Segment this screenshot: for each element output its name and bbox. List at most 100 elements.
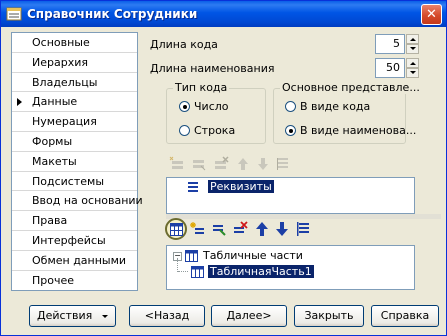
radio-unchecked-icon: [179, 125, 190, 136]
title-bar[interactable]: Справочник Сотрудники ✕: [1, 1, 446, 27]
tree-line: [177, 258, 179, 272]
nav-item-label: Подсистемы: [32, 174, 105, 188]
nav-item-data-exchange[interactable]: Обмен данными: [12, 251, 137, 271]
tree-child-label: ТабличнаяЧасть1: [207, 264, 315, 279]
copy-icon[interactable]: [211, 221, 227, 237]
move-down-icon[interactable]: [274, 221, 290, 237]
splitter: [416, 177, 441, 214]
name-length-stepper[interactable]: [406, 58, 419, 78]
spin-down-button[interactable]: [406, 68, 419, 78]
radio-label: В виде наименова...: [300, 124, 417, 137]
nav-item-main[interactable]: Основные: [12, 33, 137, 53]
delete-attribute-icon[interactable]: [213, 156, 229, 172]
nav-item-label: Иерархия: [32, 55, 88, 69]
spin-down-button[interactable]: [406, 44, 419, 54]
close-label: Закрыть: [304, 309, 354, 322]
nav-item-label: Обмен данными: [32, 253, 127, 267]
sort-icon[interactable]: [275, 156, 291, 172]
add-attribute-icon[interactable]: [169, 156, 185, 172]
close-button[interactable]: Закрыть: [294, 305, 364, 327]
attributes-icon: [188, 182, 198, 192]
tree-root-label: Табличные части: [203, 249, 303, 262]
spin-up-button[interactable]: [406, 58, 419, 68]
window: Справочник Сотрудники ✕ Основные Иерархи…: [0, 0, 447, 336]
radio-label: В виде кода: [300, 100, 371, 113]
help-button[interactable]: Справка: [371, 305, 439, 327]
tabular-parts-toolbar: [165, 218, 325, 240]
move-up-icon[interactable]: [254, 221, 270, 237]
tabular-part-icon: [191, 266, 204, 278]
nav-item-owners[interactable]: Владельцы: [12, 73, 137, 93]
nav-item-label: Формы: [32, 134, 73, 148]
name-length-label: Длина наименования: [150, 62, 275, 75]
radio-checked-icon: [179, 101, 190, 112]
radio-label: Строка: [194, 124, 236, 137]
nav-item-label: Нумерация: [32, 115, 97, 129]
delete-icon[interactable]: [232, 221, 248, 237]
spin-up-button[interactable]: [406, 34, 419, 44]
code-type-number-radio[interactable]: Число: [179, 100, 229, 113]
nav-item-interfaces[interactable]: Интерфейсы: [12, 231, 137, 251]
next-button[interactable]: Далее>: [211, 305, 287, 327]
nav-item-label: Права: [32, 214, 68, 228]
arrow-up-icon: [410, 62, 416, 65]
dropdown-arrow-icon: [102, 315, 108, 318]
help-label: Справка: [380, 309, 430, 322]
move-down-icon[interactable]: [255, 156, 271, 172]
tabular-part-button-highlight[interactable]: [165, 218, 187, 240]
nav-item-label: Прочее: [32, 273, 75, 287]
nav-item-based-on[interactable]: Ввод на основании: [12, 191, 143, 212]
sort-icon[interactable]: [295, 221, 311, 237]
table-icon: [170, 223, 183, 236]
radio-unchecked-icon: [285, 101, 296, 112]
sections-list: Основные Иерархия Владельцы Данные Нумер…: [11, 32, 143, 291]
nav-item-label: Владельцы: [32, 75, 98, 89]
nav-item-rights[interactable]: Права: [12, 211, 137, 231]
nav-item-hierarchy[interactable]: Иерархия: [12, 53, 137, 73]
nav-item-numbering[interactable]: Нумерация: [12, 112, 137, 132]
name-length-input[interactable]: 50: [375, 58, 405, 78]
move-up-icon[interactable]: [235, 156, 251, 172]
nav-item-label: Данные: [32, 95, 78, 109]
attributes-toolbar: [169, 154, 309, 176]
arrow-up-icon: [410, 38, 416, 41]
add-icon[interactable]: [190, 221, 206, 237]
code-length-input[interactable]: 5: [375, 34, 405, 54]
catalog-icon: [6, 7, 22, 21]
view-by-name-radio[interactable]: В виде наименова...: [285, 124, 416, 137]
code-length-label: Длина кода: [150, 38, 218, 51]
nav-item-subsystems[interactable]: Подсистемы: [12, 172, 137, 192]
nav-item-layouts[interactable]: Макеты: [12, 152, 137, 172]
main-view-title: Основное представле...: [280, 81, 422, 94]
next-label: Далее>: [226, 309, 272, 322]
actions-button[interactable]: Действия: [29, 305, 116, 327]
radio-label: Число: [194, 100, 229, 113]
list-item[interactable]: Реквизиты: [187, 180, 274, 193]
back-button[interactable]: <Назад: [129, 305, 205, 327]
nav-item-other[interactable]: Прочее: [12, 271, 137, 291]
window-title: Справочник Сотрудники: [27, 7, 198, 21]
nav-item-forms[interactable]: Формы: [12, 132, 137, 152]
code-type-string-radio[interactable]: Строка: [179, 124, 235, 137]
main-view-group: Основное представле... В виде кода В вид…: [273, 81, 422, 144]
tabular-parts-icon: [185, 250, 198, 262]
nav-item-label: Основные: [32, 36, 90, 49]
code-length-stepper[interactable]: [406, 34, 419, 54]
tree-line: [178, 271, 188, 273]
nav-item-data[interactable]: Данные: [12, 92, 137, 113]
close-icon: ✕: [426, 7, 437, 22]
view-by-code-radio[interactable]: В виде кода: [285, 100, 370, 113]
copy-attribute-icon[interactable]: [191, 156, 207, 172]
arrow-down-icon: [410, 71, 416, 74]
close-window-button[interactable]: ✕: [421, 4, 442, 25]
tabular-parts-tree[interactable]: − Табличные части ТабличнаяЧасть1: [166, 245, 415, 290]
attributes-item-label: Реквизиты: [208, 180, 274, 193]
nav-item-label: Интерфейсы: [32, 233, 106, 247]
nav-item-label: Ввод на основании: [32, 194, 143, 208]
actions-label: Действия: [37, 309, 93, 322]
back-label: <Назад: [144, 309, 190, 322]
data-tab-panel: Длина кода 5 Длина наименования 50 Тип к…: [145, 30, 441, 292]
arrow-down-icon: [410, 47, 416, 50]
current-section-arrow-icon: [17, 98, 22, 107]
attributes-list[interactable]: Реквизиты: [166, 177, 415, 214]
